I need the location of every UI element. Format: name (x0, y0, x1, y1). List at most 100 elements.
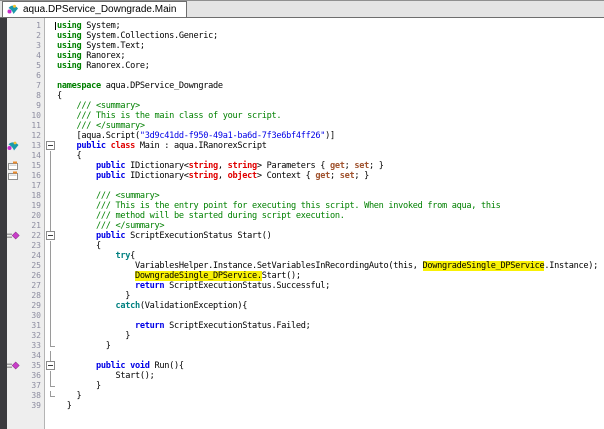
fold-line-marker (46, 161, 56, 171)
code-line[interactable]: 35 public void Run(){ (0, 361, 604, 371)
code-line[interactable]: 26 DowngradeSingle_DPService.Start(); (0, 271, 604, 281)
line-number: 5 (0, 61, 41, 71)
code-text: using Ranorex.Core; (57, 61, 150, 71)
code-text: Start(); (57, 371, 154, 381)
fold-collapse-toggle[interactable] (46, 361, 56, 371)
code-text: using System; (57, 21, 120, 31)
line-number: 16 (0, 171, 41, 181)
fold-line-marker (46, 281, 56, 291)
code-line[interactable]: 8{ (0, 91, 604, 101)
code-line[interactable]: 6 (0, 71, 604, 81)
code-text: public ScriptExecutionStatus Start() (57, 231, 271, 241)
document-tab-bar: aqua.DPService_Downgrade.Main (0, 1, 604, 18)
code-line[interactable]: 3using System.Text; (0, 41, 604, 51)
code-line[interactable]: 29 catch(ValidationException){ (0, 301, 604, 311)
fold-line-marker (46, 341, 56, 351)
code-line[interactable]: 2 using System.Collections.Generic; (0, 31, 604, 41)
code-line[interactable]: 20 /// method will be started during scr… (0, 211, 604, 221)
code-line[interactable]: 25 VariablesHelper.Instance.SetVariables… (0, 261, 604, 271)
code-line[interactable]: 21 /// </summary> (0, 221, 604, 231)
fold-line-marker (46, 201, 56, 211)
fold-line-marker (46, 291, 56, 301)
line-number: 6 (0, 71, 41, 81)
line-number: 13 (0, 141, 41, 151)
code-line[interactable]: 37 } (0, 381, 604, 391)
code-line[interactable]: 16 public IDictionary<string, object> Co… (0, 171, 604, 181)
collapse-minus-icon[interactable] (46, 231, 55, 240)
line-number: 25 (0, 261, 41, 271)
fold-line-marker (46, 371, 56, 381)
fold-line-marker (46, 391, 56, 401)
line-number: 17 (0, 181, 41, 191)
code-text: } (57, 401, 72, 411)
fold-collapse-toggle[interactable] (46, 141, 56, 151)
line-number: 29 (0, 301, 41, 311)
collapse-minus-icon[interactable] (46, 141, 55, 150)
code-line[interactable]: 27 return ScriptExecutionStatus.Successf… (0, 281, 604, 291)
line-number: 21 (0, 221, 41, 231)
code-line[interactable]: 5 using Ranorex.Core; (0, 61, 604, 71)
fold-line-marker (46, 241, 56, 251)
code-text: using Ranorex; (57, 51, 125, 61)
code-line[interactable]: 18 /// <summary> (0, 191, 604, 201)
line-number: 4 (0, 51, 41, 61)
fold-line-marker (46, 261, 56, 271)
highlighted-occurrence: DowngradeSingle_DPService. (135, 271, 262, 281)
tab-title: aqua.DPService_Downgrade.Main (23, 4, 176, 15)
code-line[interactable]: 38 } (0, 391, 604, 401)
code-line[interactable]: 12 [aqua.Script("3d9c41dd-f950-49a1-ba6d… (0, 131, 604, 141)
code-line[interactable]: 39 } (0, 401, 604, 411)
fold-collapse-toggle[interactable] (46, 231, 56, 241)
code-line[interactable]: 32 } (0, 331, 604, 341)
line-number: 37 (0, 381, 41, 391)
tab-aqua-dpservice-downgrade-main[interactable]: aqua.DPService_Downgrade.Main (2, 1, 187, 17)
fold-line-marker (46, 191, 56, 201)
code-line[interactable]: 30 (0, 311, 604, 321)
code-line[interactable]: 1using System; (0, 21, 604, 31)
code-text: using System.Collections.Generic; (57, 31, 218, 41)
fold-line-marker (46, 151, 56, 161)
code-line[interactable]: 9 /// <summary> (0, 101, 604, 111)
code-text: { (57, 91, 62, 101)
code-line[interactable]: 24 try{ (0, 251, 604, 261)
fold-line-marker (46, 331, 56, 341)
code-line[interactable]: 7namespace aqua.DPService_Downgrade (0, 81, 604, 91)
code-line[interactable]: 10 /// This is the main class of your sc… (0, 111, 604, 121)
code-line[interactable]: 19 /// This is the entry point for execu… (0, 201, 604, 211)
code-line[interactable]: 33 } (0, 341, 604, 351)
line-number: 33 (0, 341, 41, 351)
code-line[interactable]: 22 public ScriptExecutionStatus Start() (0, 231, 604, 241)
code-line[interactable]: 4 using Ranorex; (0, 51, 604, 61)
code-line[interactable]: 23 { (0, 241, 604, 251)
code-line[interactable]: 13 public class Main : aqua.IRanorexScri… (0, 141, 604, 151)
code-line[interactable]: 36 Start(); (0, 371, 604, 381)
code-text: { (57, 241, 101, 251)
text-caret (55, 22, 56, 30)
code-line[interactable]: 28 } (0, 291, 604, 301)
code-line[interactable]: 34 (0, 351, 604, 361)
code-text: catch(ValidationException){ (57, 301, 247, 311)
fold-line-marker (46, 271, 56, 281)
code-text: return ScriptExecutionStatus.Failed; (57, 321, 310, 331)
line-number: 15 (0, 161, 41, 171)
code-line[interactable]: 14 { (0, 151, 604, 161)
code-editor[interactable]: 1using System;2 using System.Collections.… (0, 18, 604, 429)
collapse-minus-icon[interactable] (46, 361, 55, 370)
code-text: /// </summary> (57, 121, 145, 131)
fold-line-marker (46, 381, 56, 391)
line-number: 34 (0, 351, 41, 361)
line-number: 27 (0, 281, 41, 291)
code-line[interactable]: 17 (0, 181, 604, 191)
code-text: using System.Text; (57, 41, 145, 51)
fold-line-marker (46, 221, 56, 231)
line-number: 9 (0, 101, 41, 111)
fold-line-marker (46, 211, 56, 221)
line-number: 2 (0, 31, 41, 41)
code-text: /// </summary> (57, 221, 164, 231)
line-number: 22 (0, 231, 41, 241)
code-text: VariablesHelper.Instance.SetVariablesInR… (57, 261, 598, 271)
code-line[interactable]: 31 return ScriptExecutionStatus.Failed; (0, 321, 604, 331)
code-text: } (57, 341, 111, 351)
code-line[interactable]: 15 public IDictionary<string, string> Pa… (0, 161, 604, 171)
code-line[interactable]: 11 /// </summary> (0, 121, 604, 131)
